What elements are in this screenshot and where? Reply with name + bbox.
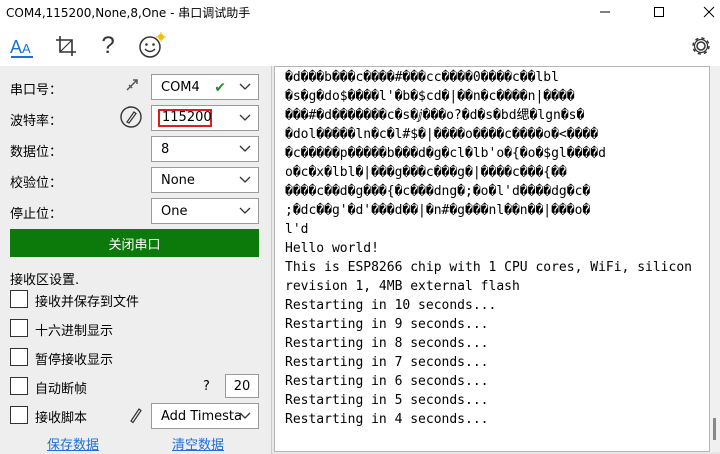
terminal-line: ���#�d�������c�s�ⅉ���o?�d�s�bd缌�lgn�s� xyxy=(285,108,585,123)
baud-value: 115200 xyxy=(158,109,212,127)
maximize-icon xyxy=(654,7,664,17)
pen-icon xyxy=(120,106,142,128)
terminal-line: Restarting in 7 seconds... xyxy=(285,355,489,370)
chevron-down-icon xyxy=(239,207,251,214)
terminal-line: Restarting in 4 seconds... xyxy=(285,412,489,427)
receive-text: �d���b���c����#���cc����0����c��lbl �s�g�… xyxy=(285,68,709,429)
chevron-down-icon xyxy=(239,145,251,152)
svg-text:A: A xyxy=(10,37,22,57)
window-title: COM4,115200,None,8,One - 串口调试助手 xyxy=(6,6,251,20)
maximize-button[interactable] xyxy=(636,0,682,24)
pen-icon xyxy=(130,408,142,424)
terminal-line: revision 1, 4MB external flash xyxy=(285,279,520,294)
toolbar: A A ? xyxy=(0,24,720,66)
terminal-line: �d���b���c����#���cc����0����c��lbl xyxy=(285,70,559,85)
pause-display-checkbox[interactable] xyxy=(10,348,28,366)
databits-value: 8 xyxy=(161,141,170,157)
baud-label: 波特率： xyxy=(10,114,63,129)
check-icon: ✔ xyxy=(214,80,226,96)
terminal-line: Restarting in 6 seconds... xyxy=(285,374,489,389)
parity-select[interactable]: None xyxy=(151,167,259,193)
stopbits-label: 停止位： xyxy=(10,207,63,222)
terminal-line: This is ESP8266 chip with 1 CPU cores, W… xyxy=(285,260,692,275)
auto-break-help-icon[interactable]: ? xyxy=(203,379,210,394)
baud-select[interactable]: 115200 xyxy=(151,105,259,131)
terminal-line: �c�����p�����b���d�g�cl�lb'o�{�o�$gl����… xyxy=(285,146,606,161)
chevron-down-icon xyxy=(239,412,251,419)
auto-break-checkbox[interactable] xyxy=(10,377,28,395)
emoji-button[interactable] xyxy=(137,32,167,60)
receive-textbox[interactable]: �d���b���c����#���cc����0����c��lbl �s�g�… xyxy=(274,66,710,452)
help-button[interactable]: ? xyxy=(94,32,122,60)
terminal-line: l'd xyxy=(285,222,309,237)
font-settings-button[interactable]: A A xyxy=(8,32,36,60)
terminal-line: �s�g�do$����l'�b�$cd�|��n�c����n|���� xyxy=(285,89,575,104)
hex-display-label: 十六进制显示 xyxy=(35,324,114,339)
pause-display-label: 暂停接收显示 xyxy=(35,353,114,368)
terminal-line: Restarting in 8 seconds... xyxy=(285,336,489,351)
close-port-button[interactable]: 关闭串口 xyxy=(10,229,259,257)
minimize-icon xyxy=(600,11,610,13)
settings-button[interactable] xyxy=(688,32,714,60)
chevron-down-icon xyxy=(239,114,251,121)
terminal-line: Restarting in 10 seconds... xyxy=(285,298,497,313)
save-to-file-checkbox[interactable] xyxy=(10,290,28,308)
baud-edit-button[interactable] xyxy=(119,105,143,132)
terminal-line: Restarting in 9 seconds... xyxy=(285,317,489,332)
terminal-line: ;�dc��g'�d'���d��|�n#�g���nl��n��|���o� xyxy=(285,203,591,218)
usb-icon xyxy=(126,79,138,91)
terminal-line: ����c��d�g���{�c���dng�;�o�l'd����dg�c� xyxy=(285,184,591,199)
chevron-down-icon xyxy=(239,176,251,183)
receive-settings-label: 接收区设置. xyxy=(10,273,80,288)
clear-data-link[interactable]: 清空数据 xyxy=(172,434,224,453)
parity-value: None xyxy=(161,172,195,188)
receive-script-value: Add Timesta xyxy=(161,408,242,424)
script-edit-button[interactable] xyxy=(128,406,144,427)
terminal-line: Restarting in 5 seconds... xyxy=(285,393,489,408)
receive-area: �d���b���c����#���cc����0����c��lbl �s�g�… xyxy=(272,66,720,454)
stopbits-value: One xyxy=(161,203,188,219)
save-data-link[interactable]: 保存数据 xyxy=(47,434,99,453)
chevron-down-icon xyxy=(239,83,251,90)
svg-text:A: A xyxy=(22,41,31,56)
save-to-file-label: 接收并保存到文件 xyxy=(35,295,140,310)
smiley-icon xyxy=(139,32,166,58)
auto-break-input[interactable]: 20 xyxy=(225,374,259,398)
receive-script-checkbox[interactable] xyxy=(10,406,28,424)
hex-display-checkbox[interactable] xyxy=(10,319,28,337)
close-button[interactable] xyxy=(686,0,720,24)
scrollbar-thumb[interactable] xyxy=(713,418,716,440)
vertical-scrollbar[interactable] xyxy=(710,66,720,452)
receive-script-select[interactable]: Add Timesta xyxy=(151,403,259,429)
auto-break-label: 自动断帧 xyxy=(35,382,88,397)
gear-icon xyxy=(692,37,710,55)
crop-button[interactable] xyxy=(52,32,80,60)
databits-label: 数据位： xyxy=(10,145,63,160)
crop-icon xyxy=(56,36,76,56)
port-refresh-button[interactable] xyxy=(124,77,140,96)
databits-select[interactable]: 8 xyxy=(151,136,259,162)
title-bar: COM4,115200,None,8,One - 串口调试助手 xyxy=(0,0,720,24)
stopbits-select[interactable]: One xyxy=(151,198,259,224)
settings-panel: 串口号： COM4 ✔ 波特率： 115200 数据位： 8 校验位： None… xyxy=(0,66,272,454)
minimize-button[interactable] xyxy=(582,0,628,24)
close-icon xyxy=(703,6,715,18)
terminal-line: �dol�����ln�c�l#$�|����o����c����o�<���� xyxy=(285,127,599,142)
port-select[interactable]: COM4 ✔ xyxy=(151,74,259,100)
port-label: 串口号： xyxy=(10,83,63,98)
help-icon: ? xyxy=(101,32,115,59)
receive-script-label: 接收脚本 xyxy=(35,411,88,426)
parity-label: 校验位： xyxy=(10,176,63,191)
font-icon: A A xyxy=(10,37,33,58)
port-value: COM4 xyxy=(161,79,200,95)
terminal-line: Hello world! xyxy=(285,241,379,256)
terminal-line: o�c�x�lbl�|���g���c���g�|����c���{�� xyxy=(285,165,567,180)
